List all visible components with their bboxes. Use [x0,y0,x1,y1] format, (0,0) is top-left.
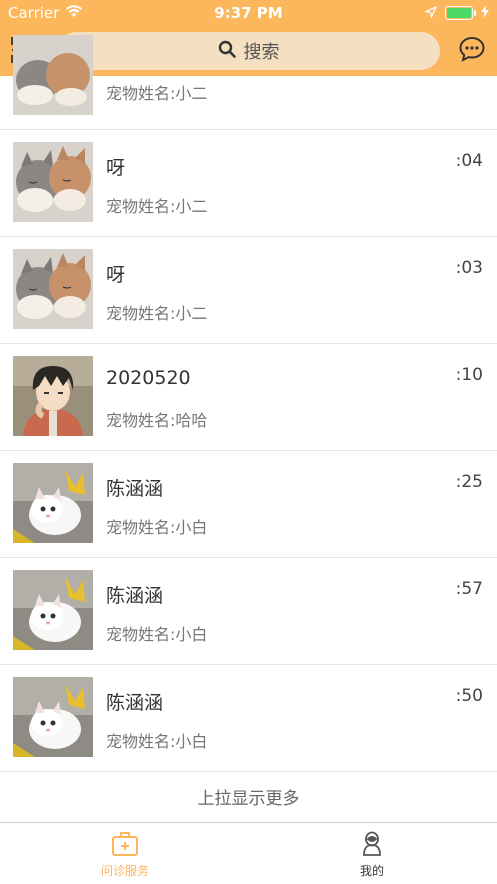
status-bar: Carrier 9:37 PM [0,0,497,24]
list-item[interactable]: 陈涵涵 :57 宠物姓名:小白 [0,557,497,665]
tab-consultation[interactable]: 问诊服务 [65,831,185,879]
list-item-pet-name: 宠物姓名:小白 [106,518,208,537]
list-item-time: :04 [455,151,483,171]
list-item-title: 陈涵涵 [106,478,164,500]
list-item[interactable]: 2020520 :10 宠物姓名:哈哈 [0,343,497,451]
list-item-time: :10 [455,365,483,385]
pet-photo [13,142,93,222]
list-item-pet-name: 宠物姓名:哈哈 [106,411,208,430]
status-time: 9:37 PM [214,4,283,22]
list-item-pet-name: 宠物姓名:小白 [106,625,208,644]
tab-label: 问诊服务 [100,864,149,878]
list-item-title: 陈涵涵 [106,585,164,607]
list-item-title: 呀 [106,264,126,286]
list-item-title: 呀 [106,157,126,179]
pet-photo [13,35,93,115]
charging-bolt-icon [481,4,489,22]
tab-bar: 问诊服务 我的 [0,822,497,884]
list-item[interactable]: 宠物姓名:小二 [0,22,497,130]
tab-profile[interactable]: 我的 [312,831,432,879]
pet-photo [13,677,93,757]
load-more-hint[interactable]: 上拉显示更多 [0,770,497,822]
list-item-time: :57 [455,579,483,599]
list-item-pet-name: 宠物姓名:小二 [106,304,208,323]
location-arrow-icon [423,4,438,22]
medical-kit-icon [112,832,138,856]
pet-photo [13,356,93,436]
list-item[interactable]: 呀 :04 宠物姓名:小二 [0,129,497,237]
list-item-time: :25 [455,472,483,492]
list-item-title: 陈涵涵 [106,692,164,714]
pet-photo [13,463,93,543]
list-item-time: :03 [455,258,483,278]
list-item-pet-name: 宠物姓名:小白 [106,732,208,751]
list-item[interactable]: 陈涵涵 :25 宠物姓名:小白 [0,450,497,558]
pet-photo [13,249,93,329]
tab-label: 我的 [359,864,384,878]
list-item-time: :50 [455,686,483,706]
list-item-pet-name: 宠物姓名:小二 [106,84,208,103]
profile-icon [363,831,381,856]
list-item-title: 2020520 [106,367,191,389]
battery-icon [445,6,476,20]
pet-photo [13,570,93,650]
list-item[interactable]: 陈涵涵 :50 宠物姓名:小白 [0,664,497,772]
list-item[interactable]: 呀 :03 宠物姓名:小二 [0,236,497,344]
list-item-pet-name: 宠物姓名:小二 [106,197,208,216]
